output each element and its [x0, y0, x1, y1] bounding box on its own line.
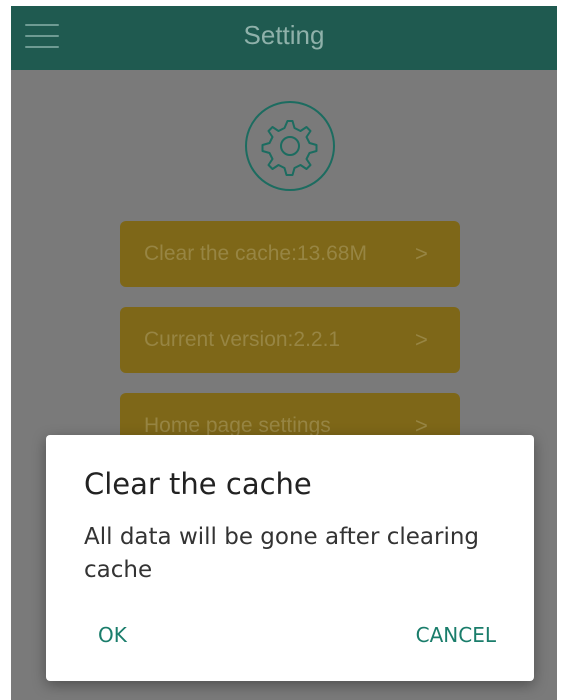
dialog-message: All data will be gone after clearing cac… [84, 524, 480, 583]
chevron-right-icon: > [415, 241, 428, 266]
gear-icon [244, 100, 336, 192]
settings-item-label: Current version:2.2.1 [144, 328, 341, 351]
ok-button[interactable]: OK [98, 623, 127, 647]
page-title: Setting [243, 20, 325, 50]
chevron-right-icon: > [415, 327, 428, 352]
dialog-title: Clear the cache [84, 467, 312, 501]
app-screen: Setting Clear the cache:13.68M > Current… [11, 6, 557, 700]
cancel-button[interactable]: CANCEL [416, 623, 496, 647]
settings-item-label: Home page settings [144, 414, 331, 437]
app-bar: Setting [11, 6, 557, 70]
clear-cache-dialog: Clear the cache All data will be gone af… [46, 435, 534, 681]
settings-item-current-version[interactable]: Current version:2.2.1 > [120, 307, 460, 373]
settings-item-clear-cache[interactable]: Clear the cache:13.68M > [120, 221, 460, 287]
settings-item-label: Clear the cache:13.68M [144, 242, 367, 265]
